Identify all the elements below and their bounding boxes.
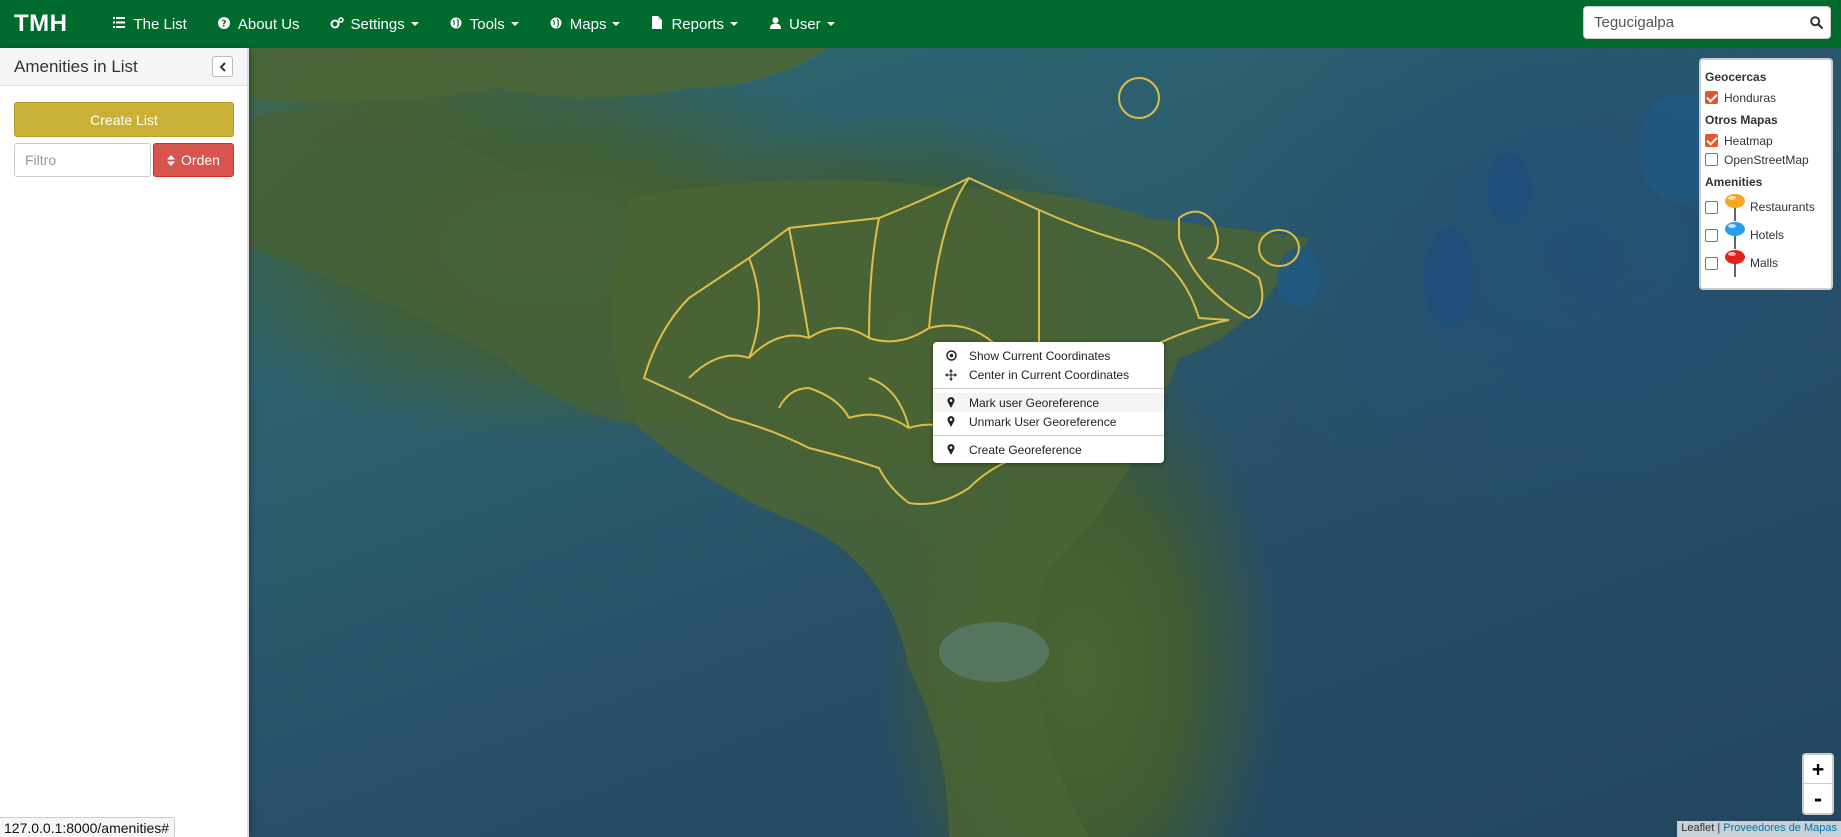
create-list-button[interactable]: Create List	[14, 102, 234, 137]
target-icon	[943, 350, 959, 361]
layer-control-panel: Geocercas Honduras Otros Mapas Heatmap O…	[1699, 58, 1833, 290]
layer-restaurants[interactable]: Restaurants	[1705, 193, 1827, 221]
svg-text:?: ?	[221, 19, 226, 29]
order-button[interactable]: Orden	[153, 143, 234, 177]
nav-user[interactable]: User	[753, 0, 850, 48]
zoom-in-button[interactable]: +	[1804, 755, 1832, 784]
nav-about-us[interactable]: ? About Us	[202, 0, 315, 48]
menu-center-coordinates[interactable]: Center in Current Coordinates	[933, 365, 1164, 384]
caret-down-icon	[510, 22, 519, 26]
nav-label: Settings	[350, 15, 405, 33]
nav-reports[interactable]: Reports	[635, 0, 753, 48]
question-circle-icon: ?	[217, 16, 231, 32]
layer-checkbox[interactable]	[1705, 228, 1718, 242]
sort-icon	[167, 154, 176, 166]
layer-honduras[interactable]: Honduras	[1705, 88, 1827, 107]
layer-checkbox[interactable]	[1705, 153, 1718, 166]
layer-label: Restaurants	[1750, 200, 1815, 214]
caret-down-icon	[410, 22, 419, 26]
order-button-label: Orden	[181, 152, 220, 168]
map-view[interactable]: Geocercas Honduras Otros Mapas Heatmap O…	[249, 48, 1841, 837]
collapse-sidebar-button[interactable]	[212, 56, 233, 77]
nav-label: About Us	[237, 15, 300, 33]
top-navbar: TMH The List ? About Us Settings Tools M…	[0, 0, 1841, 48]
layer-checkbox[interactable]	[1705, 200, 1718, 214]
attribution-separator: |	[1714, 822, 1724, 834]
layer-section-title: Geocercas	[1705, 70, 1767, 84]
layer-checkbox[interactable]	[1705, 256, 1718, 270]
map-attribution: Leaflet | Proveedores de Mapas	[1677, 821, 1841, 837]
user-icon	[768, 16, 782, 32]
layer-section-title: Otros Mapas	[1705, 113, 1778, 127]
layer-checkbox[interactable]	[1705, 91, 1718, 104]
menu-label: Create Georeference	[969, 442, 1082, 457]
blue-pin-icon	[1725, 222, 1745, 249]
nav-settings[interactable]: Settings	[315, 0, 434, 48]
status-bar-url: 127.0.0.1:8000/amenities#	[0, 817, 176, 837]
layer-openstreetmap[interactable]: OpenStreetMap	[1705, 150, 1827, 169]
layer-label: Heatmap	[1724, 133, 1773, 148]
layer-heatmap[interactable]: Heatmap	[1705, 131, 1827, 150]
sidebar-header: Amenities in List	[0, 48, 247, 86]
menu-show-coordinates[interactable]: Show Current Coordinates	[933, 346, 1164, 365]
menu-unmark-georeference[interactable]: Unmark User Georeference	[933, 412, 1164, 431]
leaflet-link[interactable]: Leaflet	[1681, 822, 1714, 834]
nav-the-list[interactable]: The List	[97, 0, 201, 48]
file-icon	[650, 16, 664, 32]
list-icon	[112, 17, 126, 31]
caret-down-icon	[730, 22, 738, 26]
layer-label: Honduras	[1724, 90, 1777, 105]
layer-label: Hotels	[1750, 228, 1785, 242]
brand-logo[interactable]: TMH	[0, 10, 81, 38]
menu-label: Show Current Coordinates	[969, 348, 1111, 363]
menu-mark-georeference[interactable]: Mark user Georeference	[933, 393, 1164, 412]
cogs-icon	[330, 16, 344, 32]
search-box	[1583, 6, 1831, 39]
layer-label: Malls	[1750, 256, 1779, 270]
menu-label: Center in Current Coordinates	[969, 367, 1130, 382]
chevron-left-icon	[219, 61, 226, 72]
orange-pin-icon	[1725, 194, 1745, 221]
nav-label: Reports	[671, 15, 724, 33]
nav-label: Tools	[469, 15, 505, 33]
provider-link[interactable]: Proveedores de Mapas	[1723, 822, 1837, 834]
nav-label: Maps	[569, 15, 607, 33]
nav-label: The List	[133, 15, 187, 33]
globe-icon	[549, 17, 563, 32]
layer-section-title: Amenities	[1705, 175, 1763, 189]
layer-malls[interactable]: Malls	[1705, 249, 1827, 277]
zoom-control: + -	[1802, 753, 1834, 815]
map-marker-icon	[943, 444, 959, 455]
search-input[interactable]	[1584, 7, 1803, 38]
search-icon	[1810, 16, 1823, 29]
red-pin-icon	[1725, 250, 1745, 277]
caret-down-icon	[826, 22, 835, 26]
map-context-menu: Show Current Coordinates Center in Curre…	[933, 342, 1164, 463]
nav-menu: The List ? About Us Settings Tools Maps …	[97, 0, 849, 48]
globe-icon	[449, 17, 463, 32]
sidebar-title: Amenities in List	[14, 56, 138, 76]
sidebar: Amenities in List Create List Filtro Ord…	[0, 48, 249, 837]
nav-label: User	[789, 15, 821, 33]
menu-separator	[933, 435, 1164, 436]
move-icon	[943, 368, 959, 381]
zoom-out-button[interactable]: -	[1804, 784, 1832, 813]
caret-down-icon	[612, 22, 621, 26]
menu-create-georeference[interactable]: Create Georeference	[933, 440, 1164, 459]
map-marker-icon	[943, 416, 959, 427]
search-button[interactable]	[1803, 7, 1830, 38]
filter-input[interactable]: Filtro	[14, 143, 151, 177]
menu-separator	[933, 388, 1164, 389]
layer-hotels[interactable]: Hotels	[1705, 221, 1827, 249]
layer-checkbox[interactable]	[1705, 134, 1718, 147]
menu-label: Mark user Georeference	[969, 395, 1100, 410]
layer-label: OpenStreetMap	[1724, 152, 1809, 167]
map-marker-icon	[943, 397, 959, 408]
menu-label: Unmark User Georeference	[969, 414, 1117, 429]
nav-tools[interactable]: Tools	[434, 0, 534, 48]
nav-maps[interactable]: Maps	[534, 0, 636, 48]
